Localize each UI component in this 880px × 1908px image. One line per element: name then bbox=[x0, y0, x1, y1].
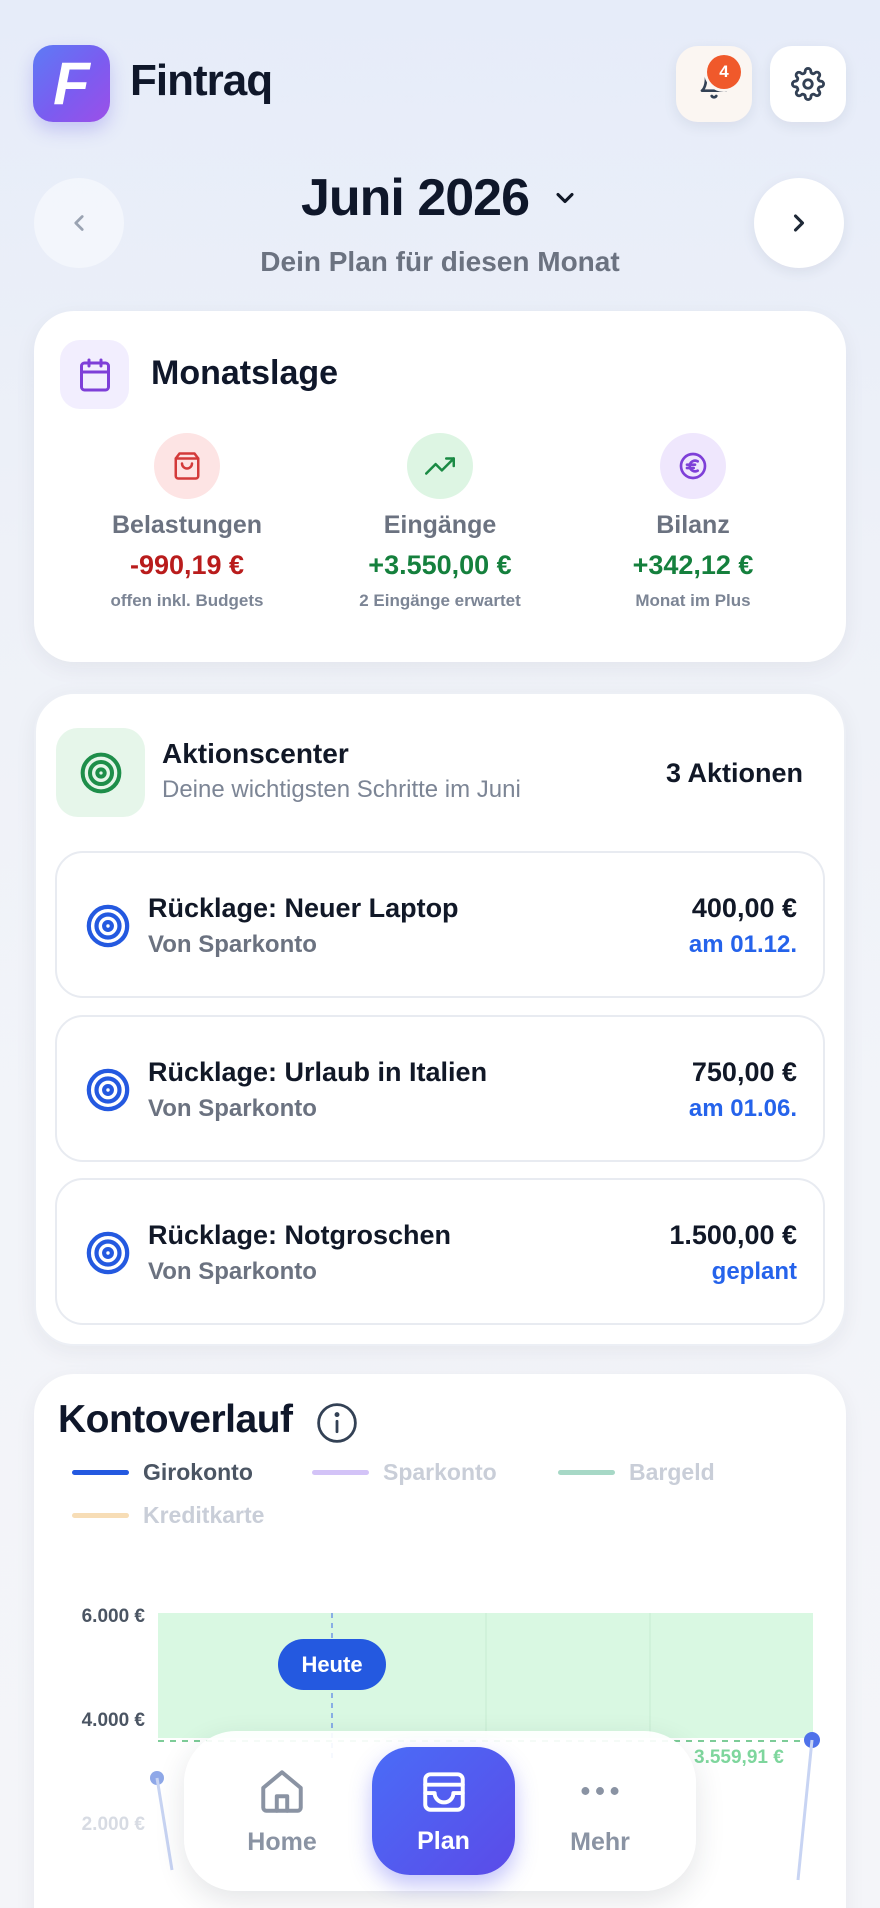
nav-label: Home bbox=[247, 1827, 317, 1856]
nav-label: Mehr bbox=[570, 1827, 630, 1856]
nav-label: Plan bbox=[417, 1826, 470, 1855]
nav-home[interactable]: Home bbox=[207, 1731, 357, 1891]
balance-chart: 6.000 € 4.000 € 2.000 € Heute 3.559,91 € bbox=[82, 1606, 820, 1881]
home-icon bbox=[261, 1769, 303, 1813]
nav-more[interactable]: Mehr bbox=[525, 1731, 675, 1891]
y-tick-label: 4.000 € bbox=[82, 1710, 146, 1731]
bottom-nav: Home Plan Mehr bbox=[184, 1731, 696, 1891]
girokonto-line bbox=[796, 1739, 814, 1881]
y-tick-label: 6.000 € bbox=[82, 1606, 146, 1627]
today-label: Heute bbox=[301, 1652, 362, 1677]
more-icon bbox=[581, 1786, 619, 1795]
y-tick-label: 2.000 € bbox=[82, 1814, 146, 1835]
end-value-label: 3.559,91 € bbox=[694, 1747, 784, 1768]
girokonto-line bbox=[155, 1777, 174, 1871]
wallet-icon bbox=[422, 1771, 465, 1812]
nav-plan[interactable]: Plan bbox=[372, 1747, 515, 1875]
